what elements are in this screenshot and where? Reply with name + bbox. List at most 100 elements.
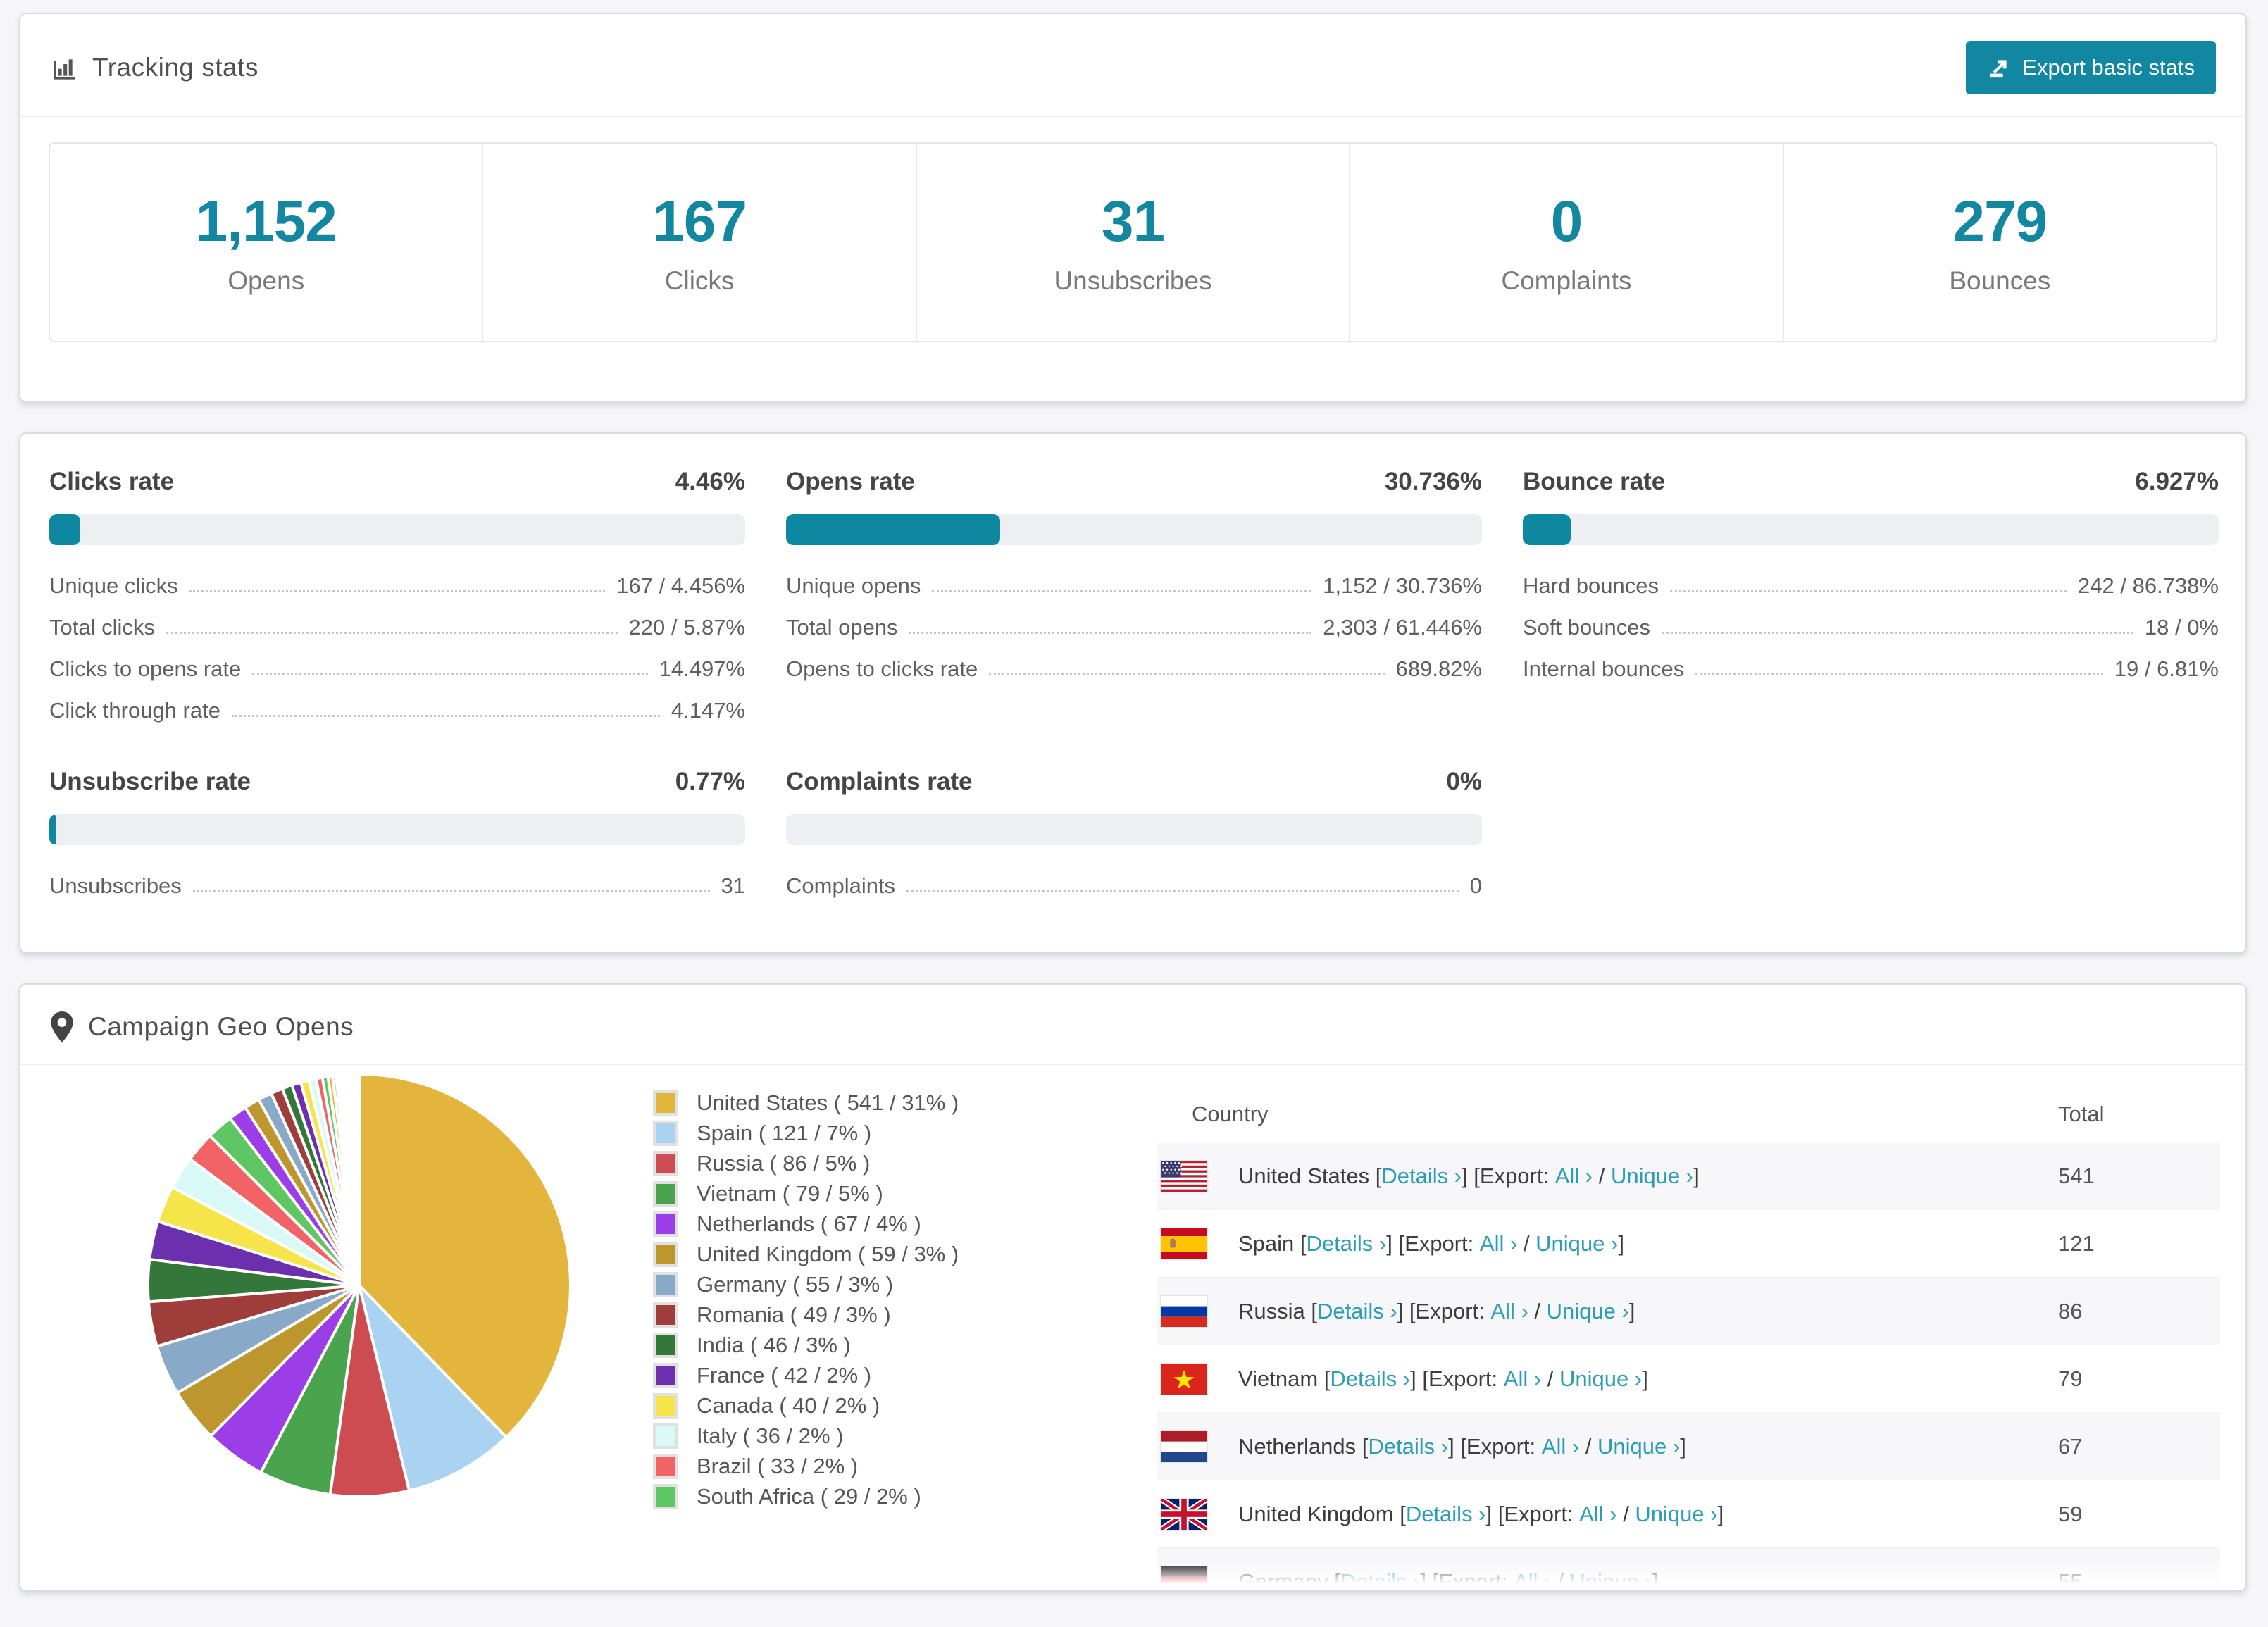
flag-ru-icon <box>1161 1295 1207 1327</box>
bracket-text: ] <box>1717 1501 1724 1526</box>
geo-table-header: Country Total <box>1157 1087 2220 1142</box>
stat-label-opens: Opens <box>228 266 305 295</box>
total-cell: 86 <box>2058 1298 2083 1323</box>
legend-swatch <box>653 1423 678 1449</box>
legend-swatch <box>653 1302 678 1328</box>
export-unique-link[interactable]: Unique › <box>1635 1502 1717 1527</box>
bracket-text: [ <box>1369 1163 1382 1188</box>
export-unique-link[interactable]: Unique › <box>1547 1299 1629 1324</box>
export-all-link[interactable]: All › <box>1555 1164 1593 1189</box>
rate-value: 30.736% <box>1384 468 1482 495</box>
details-link[interactable]: Details › <box>1330 1366 1410 1392</box>
legend-item-united-kingdom: United Kingdom ( 59 / 3% ) <box>653 1242 984 1267</box>
country-name: Spain <box>1238 1230 1295 1256</box>
rate-title: Opens rate <box>786 468 915 495</box>
rate-row-soft-bounces: Soft bounces 18 / 0% <box>1523 606 2219 648</box>
stat-box-bounces: 279 Bounces <box>1782 144 2216 341</box>
details-link[interactable]: Details › <box>1381 1164 1462 1189</box>
stat-value-bounces: 279 <box>1952 189 2048 254</box>
rate-row-click-through-rate: Click through rate 4.147% <box>49 690 745 731</box>
export-unique-link[interactable]: Unique › <box>1569 1569 1652 1591</box>
legend-label: United Kingdom ( 59 / 3% ) <box>697 1242 959 1266</box>
legend-item-canada: Canada ( 40 / 2% ) <box>653 1393 984 1419</box>
geo-header: Campaign Geo Opens <box>20 985 2245 1065</box>
table-row-united-states: United States [Details ›] [Export: All ›… <box>1157 1142 2220 1209</box>
export-basic-stats-button[interactable]: Export basic stats <box>1966 41 2216 94</box>
separator-text: / <box>1517 1230 1536 1256</box>
flag-us-icon <box>1161 1160 1207 1192</box>
tracking-stats-title: Tracking stats <box>92 53 258 82</box>
legend-label: Netherlands ( 67 / 4% ) <box>697 1211 921 1236</box>
stat-value-opens: 1,152 <box>195 189 337 254</box>
bracket-text: [ <box>1393 1501 1406 1526</box>
stat-label-bounces: Bounces <box>1949 266 2051 295</box>
stat-label-complaints: Complaints <box>1501 266 1632 295</box>
export-all-link[interactable]: All › <box>1514 1569 1551 1591</box>
export-unique-link[interactable]: Unique › <box>1535 1231 1618 1257</box>
flag-es-icon <box>1161 1228 1207 1259</box>
export-unique-link[interactable]: Unique › <box>1559 1366 1642 1392</box>
export-all-link[interactable]: All › <box>1579 1502 1616 1527</box>
rate-row-label: Total opens <box>786 614 898 640</box>
export-all-link[interactable]: All › <box>1480 1231 1517 1257</box>
rate-head-complaints-rate: Complaints rate 0% <box>786 768 1482 796</box>
rate-row-label: Hard bounces <box>1523 573 1659 598</box>
total-cell: 59 <box>2058 1501 2083 1526</box>
geo-table-body: United States [Details ›] [Export: All ›… <box>1157 1142 2220 1591</box>
legend-label: Spain ( 121 / 7% ) <box>697 1121 872 1145</box>
rate-head-unsubscribe-rate: Unsubscribe rate 0.77% <box>49 768 745 796</box>
legend-label: Russia ( 86 / 5% ) <box>697 1151 871 1176</box>
stat-value-complaints: 0 <box>1550 189 1583 254</box>
legend-item-india: India ( 46 / 3% ) <box>653 1333 984 1358</box>
rate-row-value: 14.497% <box>659 656 745 681</box>
dotted-leader <box>189 590 606 592</box>
rate-progressbar-complaints-rate <box>786 814 1482 845</box>
country-cell: Russia [Details ›] [Export: All › / Uniq… <box>1161 1295 2058 1327</box>
rate-row-value: 19 / 6.81% <box>2114 656 2219 681</box>
details-link[interactable]: Details › <box>1368 1434 1448 1459</box>
export-unique-link[interactable]: Unique › <box>1597 1434 1680 1459</box>
details-link[interactable]: Details › <box>1340 1569 1421 1591</box>
bracket-text: ] <box>1618 1230 1624 1256</box>
total-cell: 541 <box>2058 1163 2095 1188</box>
dotted-leader <box>932 590 1312 592</box>
stat-box-complaints: 0 Complaints <box>1349 144 1782 341</box>
country-name: United Kingdom <box>1238 1501 1394 1526</box>
campaign-geo-opens-card: Campaign Geo Opens United States ( 541 /… <box>19 983 2247 1592</box>
export-all-link[interactable]: All › <box>1504 1366 1541 1392</box>
rate-row-total-opens: Total opens 2,303 / 61.446% <box>786 606 1482 648</box>
details-link[interactable]: Details › <box>1317 1299 1397 1324</box>
country-name: United States <box>1238 1163 1370 1188</box>
total-cell: 67 <box>2058 1433 2083 1459</box>
legend-label: South Africa ( 29 / 2% ) <box>697 1484 921 1509</box>
bracket-text: ] <box>1628 1298 1635 1323</box>
rate-row-hard-bounces: Hard bounces 242 / 86.738% <box>1523 565 2219 606</box>
rate-row-value: 31 <box>721 873 745 898</box>
stat-value-clicks: 167 <box>652 189 747 254</box>
table-row-germany: Germany [Details ›] [Export: All › / Uni… <box>1157 1547 2220 1591</box>
bracket-text: ] [Export: <box>1485 1501 1580 1526</box>
export-all-link[interactable]: All › <box>1542 1434 1579 1459</box>
stats-row: 1,152 Opens 167 Clicks 31 Unsubscribes 0 Compla… <box>49 142 2217 342</box>
rate-rows: Unique opens 1,152 / 30.736% Total opens 2,… <box>786 565 1482 690</box>
details-link[interactable]: Details › <box>1406 1502 1486 1527</box>
legend-label: India ( 46 / 3% ) <box>697 1333 851 1357</box>
table-row-spain: Spain [Details ›] [Export: All › / Uniqu… <box>1157 1209 2220 1277</box>
dotted-leader <box>192 890 710 892</box>
rate-row-value: 167 / 4.456% <box>616 573 745 598</box>
rate-progress-fill <box>1523 514 1571 545</box>
rate-row-complaints: Complaints 0 <box>786 865 1482 906</box>
details-link[interactable]: Details › <box>1307 1231 1387 1257</box>
legend-label: Vietnam ( 79 / 5% ) <box>697 1181 883 1206</box>
export-all-link[interactable]: All › <box>1490 1299 1528 1324</box>
flag-vn-icon <box>1161 1363 1207 1395</box>
legend-swatch <box>653 1181 678 1207</box>
dotted-leader <box>231 715 660 717</box>
export-icon <box>1987 56 2011 80</box>
legend-label: Brazil ( 33 / 2% ) <box>697 1454 859 1478</box>
table-row-united-kingdom: United Kingdom [Details ›] [Export: All … <box>1157 1480 2220 1547</box>
column-header-total: Total <box>2058 1102 2105 1126</box>
rate-row-opens-to-clicks-rate: Opens to clicks rate 689.82% <box>786 648 1482 690</box>
bracket-text: ] [Export: <box>1410 1366 1504 1391</box>
export-unique-link[interactable]: Unique › <box>1611 1164 1693 1189</box>
